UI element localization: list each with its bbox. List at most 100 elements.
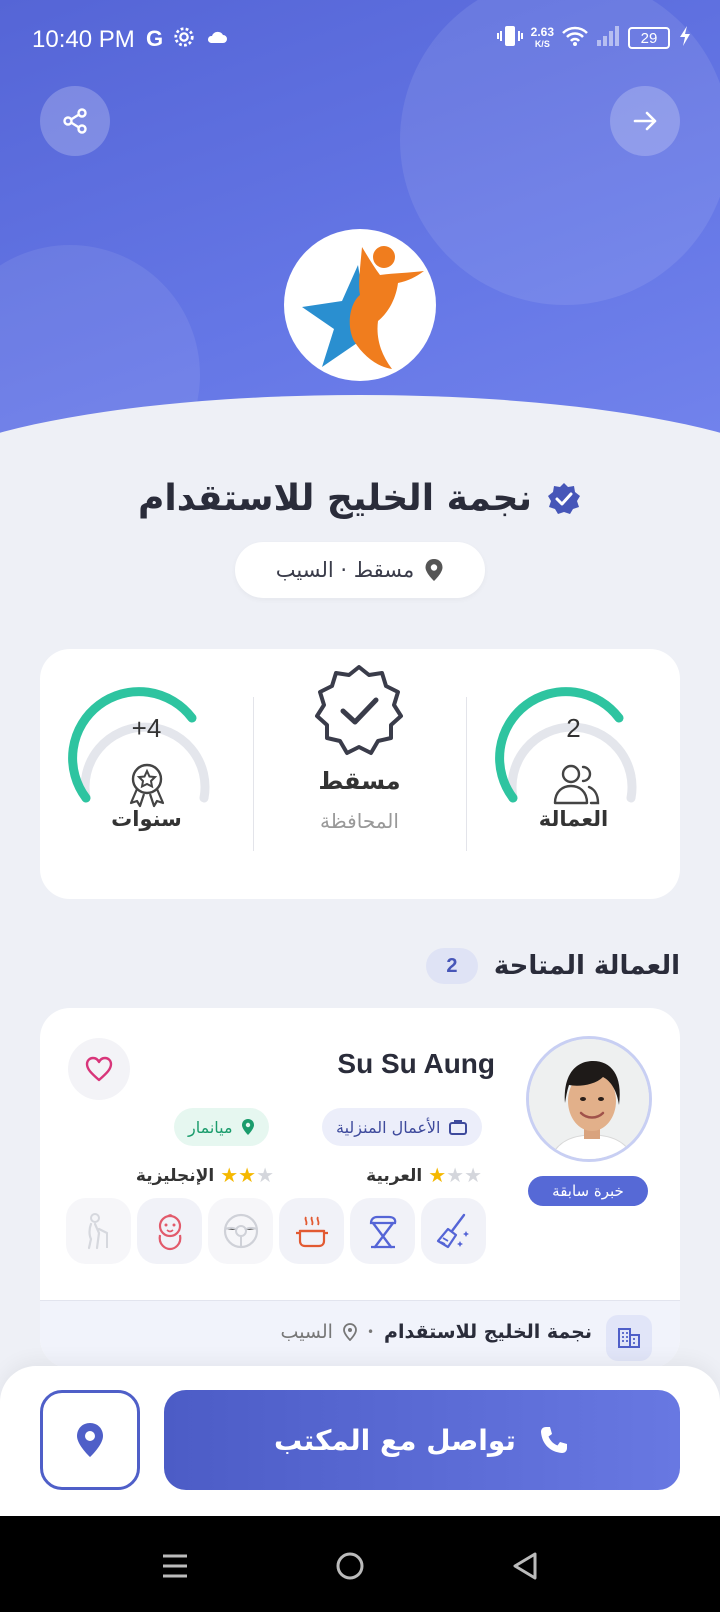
users-icon: [553, 764, 600, 805]
location-pin-icon: [241, 1119, 254, 1135]
home-circle-icon: [336, 1552, 364, 1580]
language-name: العربية: [366, 1166, 423, 1186]
briefcase-icon: [449, 1120, 468, 1135]
status-time: 10:40 PM: [32, 26, 135, 53]
award-ribbon-icon: [129, 763, 165, 808]
job-label: الأعمال المنزلية: [336, 1117, 441, 1137]
footer-city: السيب: [280, 1321, 333, 1343]
vibrate-icon: [496, 24, 523, 52]
verified-badge-icon: [548, 482, 580, 514]
stat-years: +4 سنوات: [40, 649, 253, 899]
triangle-back-icon: [513, 1552, 537, 1580]
workers-value: 2: [566, 713, 581, 743]
worker-card[interactable]: خبرة سابقة Su Su Aung الأعمال المنزلية م…: [40, 1008, 680, 1368]
cleaning-icon: [436, 1213, 469, 1249]
language-english: الإنجليزية ★★★: [136, 1165, 274, 1187]
network-speed: 2.63 K/S: [531, 26, 554, 50]
skill-elderly-care: [66, 1198, 131, 1264]
map-button[interactable]: [40, 1390, 140, 1490]
cooking-icon: [295, 1216, 328, 1248]
experience-badge: خبرة سابقة: [528, 1176, 648, 1206]
years-value: +4: [131, 713, 162, 743]
speed-value: 2.63: [530, 25, 554, 39]
home-button[interactable]: [330, 1546, 370, 1586]
bottom-action-bar: تواصل مع المكتب: [0, 1366, 720, 1516]
favorite-button[interactable]: [68, 1038, 130, 1100]
back-nav-button[interactable]: [505, 1546, 545, 1586]
status-notification-icons: G: [146, 26, 229, 54]
battery-indicator: 29: [628, 27, 670, 49]
star-empty-icon: ★: [446, 1163, 465, 1187]
phone-icon: [540, 1427, 567, 1453]
location-pill: مسقط · السيب: [235, 542, 485, 598]
footer-office: نجمة الخليج للاستقدام: [384, 1321, 592, 1343]
location-pin-icon: [77, 1423, 103, 1457]
wifi-icon: [562, 25, 588, 51]
google-icon: G: [146, 26, 164, 51]
speed-unit: K/S: [534, 39, 550, 49]
star-filled-icon: ★: [220, 1163, 239, 1187]
office-logo: [284, 229, 436, 381]
skill-driving: [208, 1198, 273, 1264]
job-chip: الأعمال المنزلية: [322, 1108, 483, 1146]
language-arabic: العربية ★★★: [366, 1165, 482, 1187]
section-title: العمالة المتاحة: [493, 951, 680, 981]
stat-workers: 2 العمالة: [467, 649, 680, 899]
building-icon: [618, 1328, 640, 1348]
driving-icon: [223, 1213, 258, 1249]
heart-icon: [85, 1056, 113, 1082]
signal-icon: [596, 25, 620, 51]
contact-label: تواصل مع المكتب: [274, 1423, 516, 1457]
governorate-value: مسقط: [318, 767, 401, 795]
contact-office-button[interactable]: تواصل مع المكتب: [164, 1390, 680, 1490]
worker-name: Su Su Aung: [337, 1048, 495, 1079]
skills-row: [66, 1198, 486, 1264]
status-bar: 10:40 PM G 2.63 K/S 29: [0, 0, 720, 80]
country-label: ميانمار: [188, 1117, 233, 1137]
skill-cooking: [279, 1198, 344, 1264]
location-text: مسقط · السيب: [275, 558, 415, 582]
footer-separator: •: [366, 1325, 375, 1339]
ironing-icon: [369, 1215, 396, 1249]
years-label: سنوات: [111, 807, 182, 831]
elderly-care-icon: [87, 1213, 108, 1250]
skill-ironing: [350, 1198, 415, 1264]
menu-icon: [163, 1554, 187, 1578]
charging-icon: [678, 25, 692, 51]
workers-label: العمالة: [538, 807, 609, 831]
star-filled-icon: ★: [238, 1163, 257, 1187]
cloud-icon: [205, 26, 229, 54]
stats-card: +4 سنوات مسقط المحافظة 2 العمالة: [40, 649, 680, 899]
share-button[interactable]: [40, 86, 110, 156]
arrow-right-icon: [633, 111, 657, 131]
governorate-label: المحافظة: [320, 809, 399, 833]
section-header: 2 العمالة المتاحة: [425, 948, 680, 984]
page-title: نجمة الخليج للاستقدام: [137, 478, 532, 519]
verified-seal-icon: [315, 665, 403, 755]
recents-button[interactable]: [155, 1546, 195, 1586]
location-pin-icon: [425, 559, 443, 581]
location-pin-icon: [343, 1323, 357, 1341]
babysitting-icon: [158, 1214, 181, 1251]
star-empty-icon: ★: [464, 1163, 482, 1187]
language-rating: ★★★: [220, 1165, 274, 1187]
language-name: الإنجليزية: [135, 1166, 215, 1186]
office-icon-box: [606, 1315, 652, 1361]
stat-governorate: مسقط المحافظة: [253, 649, 466, 899]
country-chip: ميانمار: [174, 1108, 269, 1146]
back-button[interactable]: [610, 86, 680, 156]
workers-count-badge: 2: [425, 948, 478, 984]
status-system-icons: 2.63 K/S 29: [496, 24, 692, 52]
card-footer-info: السيب • نجمة الخليج للاستقدام: [281, 1321, 592, 1343]
share-icon: [63, 108, 87, 134]
gear-icon: [173, 26, 195, 54]
system-nav-bar: [0, 1516, 720, 1612]
skill-babysitting: [137, 1198, 202, 1264]
star-filled-icon: ★: [428, 1163, 447, 1187]
card-footer: السيب • نجمة الخليج للاستقدام: [40, 1300, 680, 1368]
language-rating: ★★★: [428, 1165, 482, 1187]
star-empty-icon: ★: [256, 1163, 274, 1187]
skill-cleaning: [421, 1198, 486, 1264]
office-title-row: نجمة الخليج للاستقدام: [0, 478, 720, 519]
worker-avatar: [526, 1036, 652, 1162]
